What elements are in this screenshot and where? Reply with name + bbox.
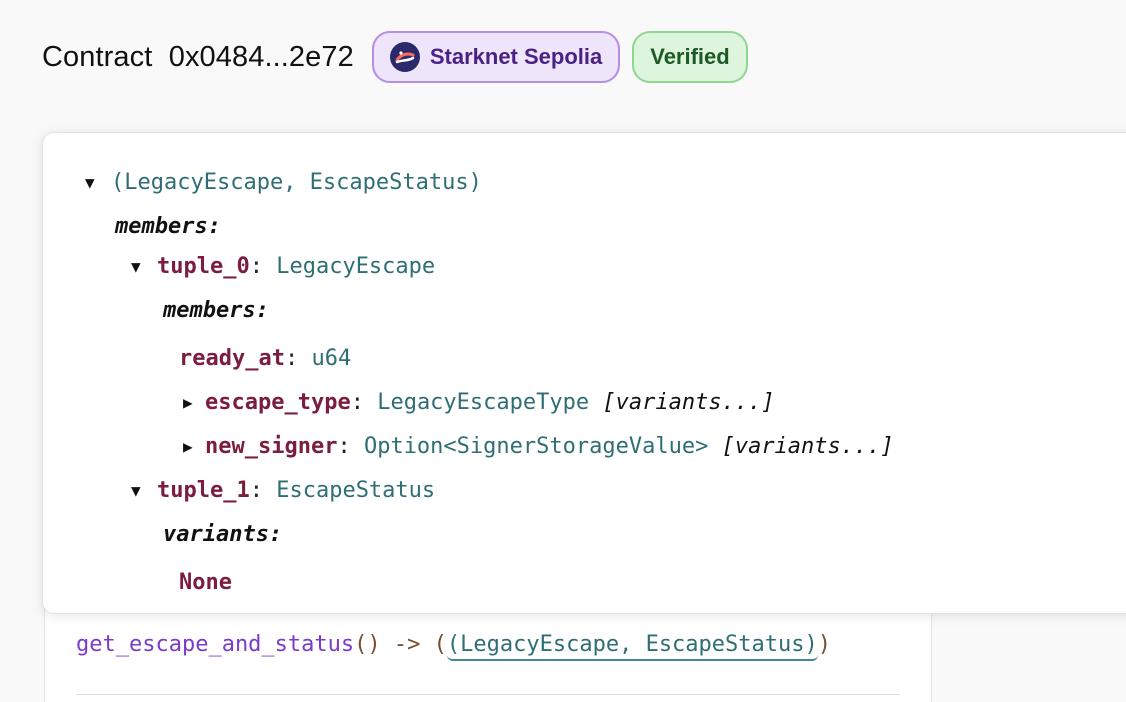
- function-name[interactable]: get_escape_and_status: [76, 632, 354, 657]
- tuple-0-type: LegacyEscape: [276, 253, 436, 279]
- root-type: (LegacyEscape, EscapeStatus): [111, 169, 482, 195]
- caret-right-icon[interactable]: ▶: [183, 437, 197, 456]
- tuple-1-type: EscapeStatus: [276, 477, 436, 503]
- caret-right-icon[interactable]: ▶: [183, 393, 197, 412]
- field-new-signer[interactable]: ▶ new_signer: Option<SignerStorageValue>…: [183, 431, 894, 461]
- verified-label: Verified: [650, 44, 730, 69]
- function-signature: get_escape_and_status() -> ((LegacyEscap…: [76, 632, 831, 661]
- function-params: (): [354, 632, 381, 657]
- type-tooltip: ▼ (LegacyEscape, EscapeStatus) members: …: [42, 132, 1126, 614]
- tuple-0-members-label: members:: [163, 297, 269, 323]
- network-badge[interactable]: Starknet Sepolia: [371, 31, 621, 83]
- divider: [76, 694, 900, 695]
- tuple-1-node[interactable]: ▼ tuple_1: EscapeStatus: [131, 475, 435, 505]
- caret-down-icon[interactable]: ▼: [85, 173, 99, 192]
- verified-badge: Verified: [632, 31, 748, 83]
- function-close: ): [817, 632, 832, 657]
- function-arrow: -> (: [380, 632, 447, 657]
- variants-label: variants:: [163, 521, 283, 547]
- return-type-link[interactable]: (LegacyEscape, EscapeStatus): [446, 632, 818, 661]
- tuple-0-node[interactable]: ▼ tuple_0: LegacyEscape: [131, 251, 435, 281]
- tuple-0-key: tuple_0: [157, 253, 250, 279]
- network-label: Starknet Sepolia: [429, 44, 603, 69]
- page-title: Contract 0x0484...2e72: [42, 40, 354, 73]
- tuple-1-key: tuple_1: [157, 477, 250, 503]
- field-escape-type[interactable]: ▶ escape_type: LegacyEscapeType [variant…: [183, 387, 775, 417]
- contract-header: Contract 0x0484...2e72 Starknet Sepolia …: [42, 28, 748, 86]
- caret-down-icon[interactable]: ▼: [131, 481, 145, 500]
- starknet-logo-icon: [389, 42, 420, 72]
- field-ready-at: ready_at: u64: [179, 345, 352, 371]
- variant-none: None: [179, 569, 232, 595]
- members-label: members:: [115, 213, 221, 239]
- caret-down-icon[interactable]: ▼: [131, 257, 145, 276]
- tree-root[interactable]: ▼ (LegacyEscape, EscapeStatus): [85, 167, 482, 197]
